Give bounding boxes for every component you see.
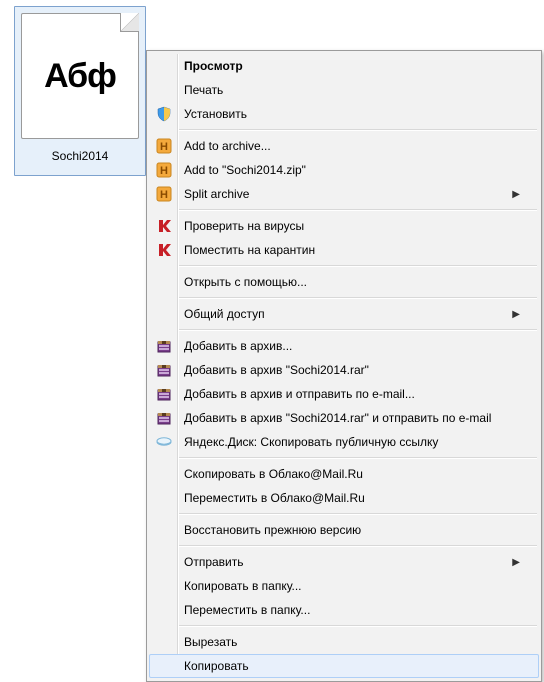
menu-cut-label: Вырезать — [184, 635, 520, 649]
menu-rar-named-email-label: Добавить в архив "Sochi2014.rar" и отпра… — [184, 411, 520, 425]
menu-rar-add-named[interactable]: Добавить в архив "Sochi2014.rar" — [149, 358, 539, 382]
submenu-arrow-icon: ▶ — [512, 557, 520, 568]
menu-quarantine-label: Поместить на карантин — [184, 243, 520, 257]
file-tile[interactable]: Абф Sochi2014 — [14, 6, 146, 176]
menu-sharing[interactable]: Общий доступ ▶ — [149, 302, 539, 326]
menu-print[interactable]: Печать — [149, 78, 539, 102]
menu-rar-named-email[interactable]: Добавить в архив "Sochi2014.rar" и отпра… — [149, 406, 539, 430]
menu-yadisk-label: Яндекс.Диск: Скопировать публичную ссылк… — [184, 435, 520, 449]
menu-mail-copy[interactable]: Скопировать в Облако@Mail.Ru — [149, 462, 539, 486]
menu-move-to-label: Переместить в папку... — [184, 603, 520, 617]
winrar-icon — [156, 338, 172, 354]
menu-mail-move-label: Переместить в Облако@Mail.Ru — [184, 491, 520, 505]
menu-rar-add-label: Добавить в архив... — [184, 339, 520, 353]
menu-rar-add[interactable]: Добавить в архив... — [149, 334, 539, 358]
page-fold-decoration — [120, 13, 139, 32]
menu-scan-virus[interactable]: Проверить на вирусы — [149, 214, 539, 238]
menu-separator — [179, 457, 537, 459]
winrar-icon — [156, 386, 172, 402]
menu-print-label: Печать — [184, 83, 520, 97]
menu-split-archive-label: Split archive — [184, 187, 512, 201]
menu-copy-to-label: Копировать в папку... — [184, 579, 520, 593]
menu-scan-virus-label: Проверить на вирусы — [184, 219, 520, 233]
svg-text:H: H — [160, 165, 168, 177]
menu-add-archive[interactable]: H Add to archive... — [149, 134, 539, 158]
svg-text:H: H — [160, 189, 168, 201]
submenu-arrow-icon: ▶ — [512, 309, 520, 320]
menu-yadisk[interactable]: Яндекс.Диск: Скопировать публичную ссылк… — [149, 430, 539, 454]
menu-separator — [179, 209, 537, 211]
kaspersky-icon — [156, 218, 172, 234]
menu-separator — [179, 265, 537, 267]
kaspersky-icon — [156, 242, 172, 258]
menu-copy[interactable]: Копировать — [149, 654, 539, 678]
menu-copy-to[interactable]: Копировать в папку... — [149, 574, 539, 598]
menu-move-to[interactable]: Переместить в папку... — [149, 598, 539, 622]
svg-text:H: H — [160, 141, 168, 153]
menu-send-to[interactable]: Отправить ▶ — [149, 550, 539, 574]
menu-separator — [179, 329, 537, 331]
hamster-icon: H — [156, 162, 172, 178]
menu-preview[interactable]: Просмотр — [149, 54, 539, 78]
menu-cut[interactable]: Вырезать — [149, 630, 539, 654]
hamster-icon: H — [156, 186, 172, 202]
menu-restore[interactable]: Восстановить прежнюю версию — [149, 518, 539, 542]
menu-separator — [179, 297, 537, 299]
hamster-icon: H — [156, 138, 172, 154]
menu-copy-label: Копировать — [184, 659, 520, 673]
menu-add-zip-label: Add to "Sochi2014.zip" — [184, 163, 520, 177]
menu-quarantine[interactable]: Поместить на карантин — [149, 238, 539, 262]
menu-mail-move[interactable]: Переместить в Облако@Mail.Ru — [149, 486, 539, 510]
menu-separator — [179, 513, 537, 515]
yandex-disk-icon — [156, 434, 172, 450]
menu-separator — [179, 625, 537, 627]
winrar-icon — [156, 362, 172, 378]
menu-separator — [179, 129, 537, 131]
winrar-icon — [156, 410, 172, 426]
menu-install[interactable]: Установить — [149, 102, 539, 126]
shield-icon — [156, 106, 172, 122]
menu-split-archive[interactable]: H Split archive ▶ — [149, 182, 539, 206]
font-preview-glyphs: Абф — [44, 57, 116, 96]
menu-install-label: Установить — [184, 107, 520, 121]
menu-open-with[interactable]: Открыть с помощью... — [149, 270, 539, 294]
menu-mail-copy-label: Скопировать в Облако@Mail.Ru — [184, 467, 520, 481]
file-name-label: Sochi2014 — [52, 149, 109, 163]
menu-rar-email[interactable]: Добавить в архив и отправить по e-mail..… — [149, 382, 539, 406]
menu-rar-email-label: Добавить в архив и отправить по e-mail..… — [184, 387, 520, 401]
menu-add-archive-label: Add to archive... — [184, 139, 520, 153]
menu-send-to-label: Отправить — [184, 555, 512, 569]
menu-separator — [179, 545, 537, 547]
submenu-arrow-icon: ▶ — [512, 189, 520, 200]
menu-open-with-label: Открыть с помощью... — [184, 275, 520, 289]
menu-rar-add-named-label: Добавить в архив "Sochi2014.rar" — [184, 363, 520, 377]
font-file-thumbnail: Абф — [21, 13, 139, 139]
context-menu: Просмотр Печать Установить H Add to arch… — [146, 50, 542, 682]
menu-sharing-label: Общий доступ — [184, 307, 512, 321]
menu-restore-label: Восстановить прежнюю версию — [184, 523, 520, 537]
menu-preview-label: Просмотр — [184, 59, 520, 73]
menu-add-zip[interactable]: H Add to "Sochi2014.zip" — [149, 158, 539, 182]
